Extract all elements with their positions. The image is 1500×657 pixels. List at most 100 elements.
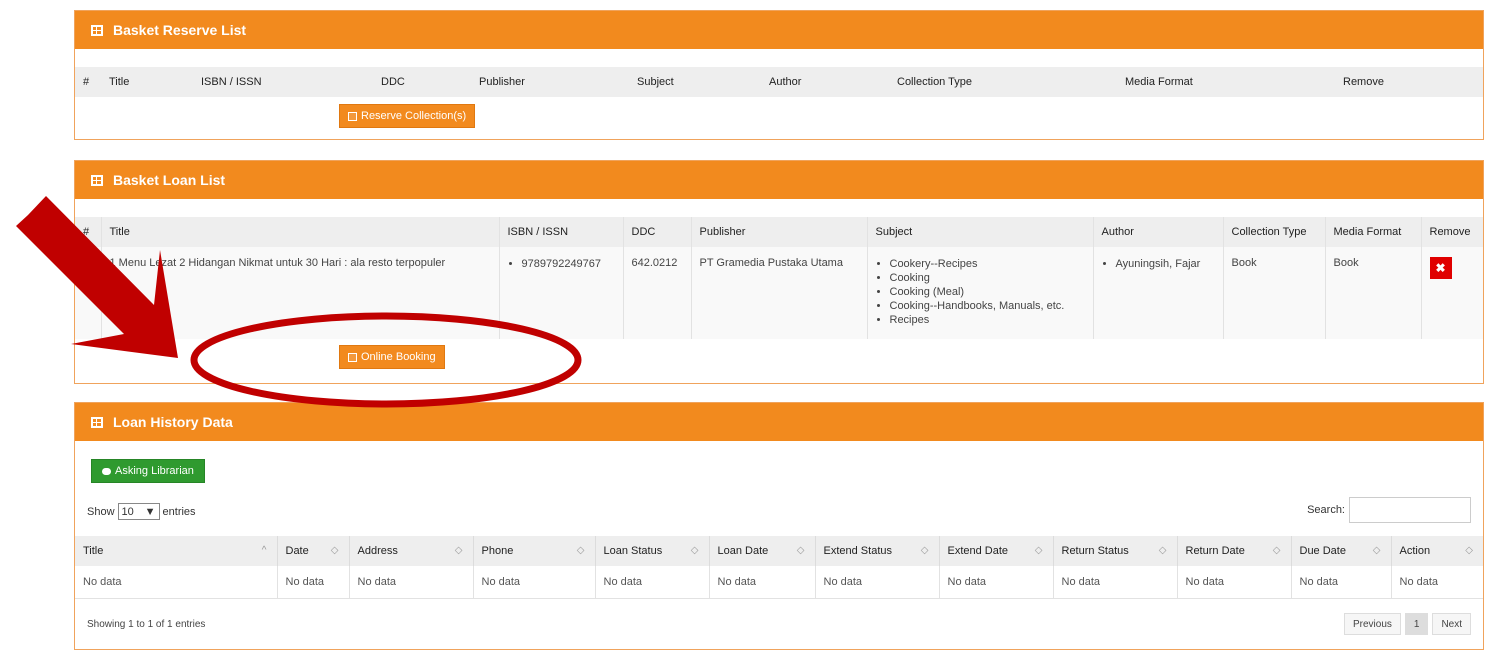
col-media-format: Media Format: [1324, 217, 1421, 247]
reserve-collection-label: Reserve Collection(s): [361, 110, 467, 122]
reserve-table: # Title ISBN / ISSN DDC Publisher Subjec…: [75, 67, 1483, 97]
cell: No data: [594, 566, 709, 599]
search-input[interactable]: [1349, 497, 1471, 523]
col-date-label: Date: [285, 545, 309, 557]
col-title[interactable]: Title ^: [75, 536, 277, 566]
cell: No data: [75, 566, 277, 599]
col-return-date[interactable]: Return Date ◇: [1176, 536, 1291, 566]
sort-icon: ◇: [454, 545, 463, 556]
table-icon: [91, 416, 103, 428]
sort-icon: ◇: [1272, 545, 1281, 556]
cell: No data: [276, 566, 349, 599]
col-title: Title: [100, 217, 499, 247]
subject-list: Cookery--Recipes Cooking Cooking (Meal) …: [876, 257, 1085, 327]
col-action-label: Action: [1399, 545, 1431, 557]
sort-asc-icon: ^: [261, 545, 267, 556]
col-title: Title: [101, 67, 193, 97]
loan-action-row: Online Booking: [75, 339, 1483, 377]
loan-panel-title: Basket Loan List: [113, 172, 226, 188]
chat-icon: [102, 467, 111, 475]
entries-label: entries: [162, 505, 196, 518]
reserve-panel: Basket Reserve List # Title ISBN / ISSN …: [74, 10, 1484, 140]
row-author-cell: Ayuningsih, Fajar: [1092, 247, 1223, 339]
row-isbn-cell: 9789792249767: [498, 247, 623, 339]
col-ddc: DDC: [622, 217, 691, 247]
col-phone[interactable]: Phone ◇: [472, 536, 595, 566]
col-return-status-label: Return Status: [1061, 545, 1129, 557]
save-icon: [348, 352, 357, 362]
subject-item: Cooking (Meal): [890, 285, 1085, 299]
col-phone-label: Phone: [481, 545, 514, 557]
row-number: 1.: [83, 257, 93, 269]
cell: No data: [814, 566, 939, 599]
sort-icon: ◇: [330, 545, 339, 556]
col-loan-status[interactable]: Loan Status ◇: [594, 536, 709, 566]
col-collection-type: Collection Type: [1222, 217, 1325, 247]
row-ddc: 642.0212: [622, 247, 691, 339]
col-isbn: ISBN / ISSN: [193, 67, 373, 97]
table-icon: [91, 24, 103, 36]
col-loan-status-label: Loan Status: [603, 545, 663, 557]
col-extend-status-label: Extend Status: [823, 545, 893, 557]
cell: No data: [1290, 566, 1391, 599]
search-label: Search:: [1307, 504, 1345, 516]
col-loan-date[interactable]: Loan Date ◇: [708, 536, 815, 566]
reserve-panel-title: Basket Reserve List: [113, 22, 247, 38]
col-address[interactable]: Address ◇: [348, 536, 473, 566]
x-icon: ✖: [1435, 261, 1446, 275]
isbn-item: 9789792249767: [522, 257, 615, 271]
loan-table: # Title ISBN / ISSN DDC Publisher Subjec…: [75, 217, 1483, 339]
col-title-label: Title: [83, 545, 104, 557]
pagination: Previous 1 Next: [1343, 613, 1471, 635]
col-address-label: Address: [357, 545, 398, 557]
col-action[interactable]: Action ◇: [1390, 536, 1483, 566]
asking-librarian-button[interactable]: Asking Librarian: [91, 459, 205, 483]
col-extend-status[interactable]: Extend Status ◇: [814, 536, 939, 566]
col-collection-type: Collection Type: [889, 67, 1117, 97]
history-table: Title ^ Date ◇ Address ◇ Phone ◇ Loan Status…: [75, 536, 1483, 599]
online-booking-button[interactable]: Online Booking: [339, 345, 445, 369]
subject-item: Cooking: [890, 271, 1085, 285]
col-return-date-label: Return Date: [1185, 545, 1245, 557]
col-isbn: ISBN / ISSN: [498, 217, 623, 247]
save-icon: [348, 111, 357, 121]
reserve-collection-button[interactable]: Reserve Collection(s): [339, 104, 476, 128]
next-button[interactable]: Next: [1432, 613, 1471, 635]
col-ddc: DDC: [373, 67, 471, 97]
history-panel-title: Loan History Data: [113, 414, 233, 430]
page-1-button[interactable]: 1: [1404, 613, 1429, 635]
sort-icon: ◇: [1465, 545, 1473, 556]
reserve-action-row: Reserve Collection(s): [75, 97, 1483, 135]
col-publisher: Publisher: [690, 217, 867, 247]
sort-icon: ◇: [1034, 545, 1043, 556]
sort-icon: ◇: [576, 545, 585, 556]
row-publisher: PT Gramedia Pustaka Utama: [690, 247, 867, 339]
col-date[interactable]: Date ◇: [276, 536, 349, 566]
col-return-status[interactable]: Return Status ◇: [1052, 536, 1177, 566]
search-control: Search:: [1307, 497, 1471, 523]
cell: No data: [708, 566, 815, 599]
cell: No data: [472, 566, 595, 599]
history-panel: Loan History Data Asking Librarian Show …: [74, 402, 1484, 650]
loan-panel: Basket Loan List # Title ISBN / ISSN DDC…: [74, 160, 1484, 384]
col-media-format: Media Format: [1117, 67, 1335, 97]
show-label: Show: [87, 505, 115, 518]
row-title: 1 Menu Lezat 2 Hidangan Nikmat untuk 30 …: [100, 247, 499, 339]
col-due-date-label: Due Date: [1299, 545, 1346, 557]
table-icon: [91, 174, 103, 186]
cell: No data: [1390, 566, 1483, 599]
table-info: Showing 1 to 1 of 1 entries: [87, 619, 206, 630]
col-subject: Subject: [629, 67, 761, 97]
reserve-panel-header: Basket Reserve List: [75, 11, 1483, 49]
remove-button[interactable]: ✖: [1429, 257, 1452, 279]
col-remove: Remove: [1335, 67, 1483, 97]
sort-icon: ◇: [690, 545, 699, 556]
cell: No data: [938, 566, 1053, 599]
col-extend-date[interactable]: Extend Date ◇: [938, 536, 1053, 566]
col-due-date[interactable]: Due Date ◇: [1290, 536, 1391, 566]
table-row: 1. 1 Menu Lezat 2 Hidangan Nikmat untuk …: [75, 247, 1483, 339]
entries-select[interactable]: 10 ▼: [117, 503, 160, 520]
subject-item: Recipes: [890, 313, 1085, 327]
asking-librarian-label: Asking Librarian: [115, 465, 194, 477]
previous-button[interactable]: Previous: [1343, 613, 1401, 635]
